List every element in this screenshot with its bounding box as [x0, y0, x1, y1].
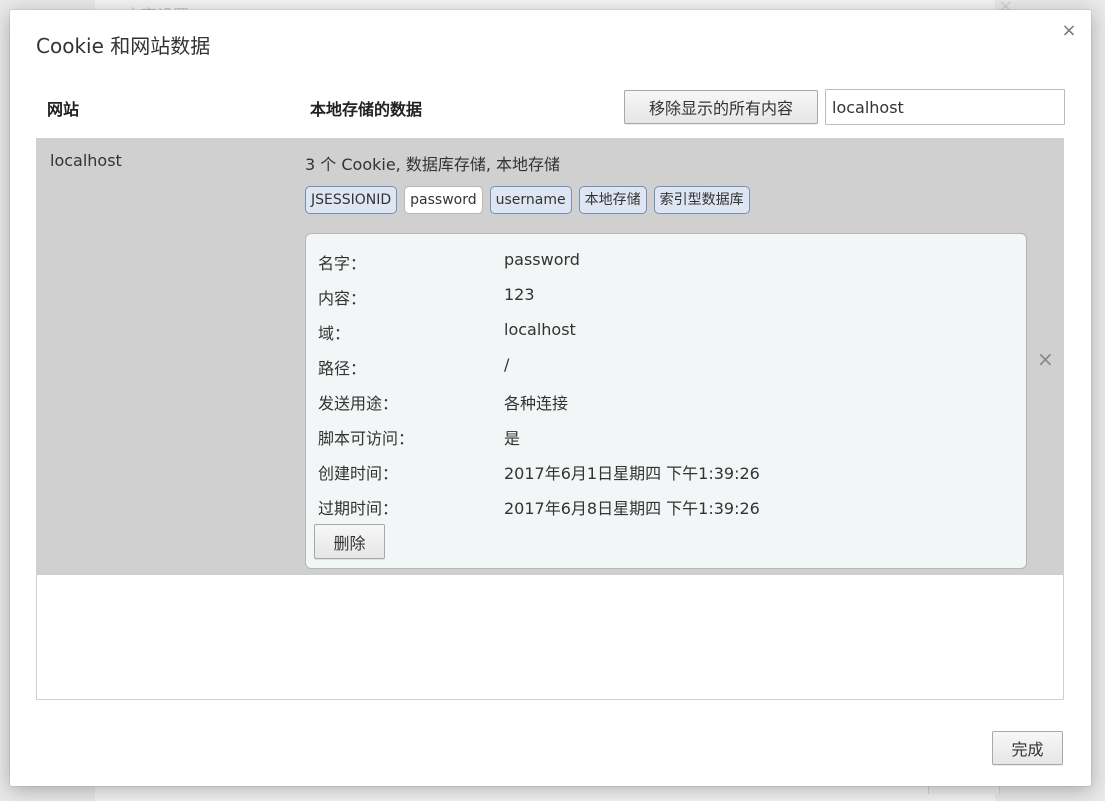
column-header-data: 本地存储的数据	[310, 100, 423, 119]
cookie-chip[interactable]: username	[489, 186, 572, 214]
detail-value: /	[504, 355, 510, 374]
detail-row-name: 名字： password	[318, 250, 1018, 274]
detail-value: 是	[504, 429, 521, 448]
delete-cookie-button[interactable]: 删除	[314, 524, 385, 559]
done-button[interactable]: 完成	[992, 731, 1063, 765]
detail-label: 脚本可访问：	[318, 429, 415, 448]
detail-value: localhost	[504, 320, 576, 339]
detail-value: 2017年6月8日星期四 下午1:39:26	[504, 499, 760, 518]
site-row[interactable]: localhost 3 个 Cookie, 数据库存储, 本地存储 JSESSI…	[37, 139, 1063, 575]
cookie-chip[interactable]: JSESSIONID	[305, 186, 398, 214]
detail-row-created: 创建时间： 2017年6月1日星期四 下午1:39:26	[318, 460, 1018, 484]
detail-label: 过期时间：	[318, 499, 399, 518]
site-name: localhost	[50, 151, 122, 170]
detail-row-script-access: 脚本可访问： 是	[318, 425, 1018, 449]
detail-value: 各种连接	[504, 394, 569, 413]
detail-row-content: 内容： 123	[318, 285, 1018, 309]
detail-label: 发送用途：	[318, 394, 399, 413]
detail-label: 路径：	[318, 359, 367, 378]
storage-chip[interactable]: 本地存储	[578, 186, 647, 214]
detail-label: 创建时间：	[318, 464, 399, 483]
column-header-site: 网站	[47, 100, 80, 119]
detail-label: 内容：	[318, 289, 367, 308]
detail-label: 名字：	[318, 254, 367, 273]
detail-value: 2017年6月1日星期四 下午1:39:26	[504, 464, 760, 483]
cookies-dialog: Cookie 和网站数据 × 网站 本地存储的数据 移除显示的所有内容 loca…	[10, 10, 1091, 786]
storage-chip[interactable]: 索引型数据库	[653, 186, 750, 214]
detail-value: password	[504, 250, 580, 269]
remove-site-close-icon[interactable]: ×	[1037, 347, 1054, 371]
dialog-title: Cookie 和网站数据	[36, 34, 211, 58]
dialog-close-icon[interactable]: ×	[1060, 20, 1078, 42]
detail-label: 域：	[318, 324, 351, 343]
site-list: localhost 3 个 Cookie, 数据库存储, 本地存储 JSESSI…	[36, 138, 1064, 700]
detail-row-expires: 过期时间： 2017年6月8日星期四 下午1:39:26	[318, 495, 1018, 519]
cookie-detail-panel: 名字： password 内容： 123 域： localhost 路径： / …	[305, 233, 1027, 569]
detail-row-domain: 域： localhost	[318, 320, 1018, 344]
search-input[interactable]	[825, 89, 1065, 125]
detail-row-send-for: 发送用途： 各种连接	[318, 390, 1018, 414]
remove-all-shown-button[interactable]: 移除显示的所有内容	[624, 90, 818, 124]
site-data-summary: 3 个 Cookie, 数据库存储, 本地存储	[305, 155, 561, 174]
cookie-chip-list: JSESSIONID password username 本地存储 索引型数据库	[305, 186, 750, 214]
detail-row-path: 路径： /	[318, 355, 1018, 379]
detail-value: 123	[504, 285, 535, 304]
cookie-chip-selected[interactable]: password	[404, 186, 483, 214]
